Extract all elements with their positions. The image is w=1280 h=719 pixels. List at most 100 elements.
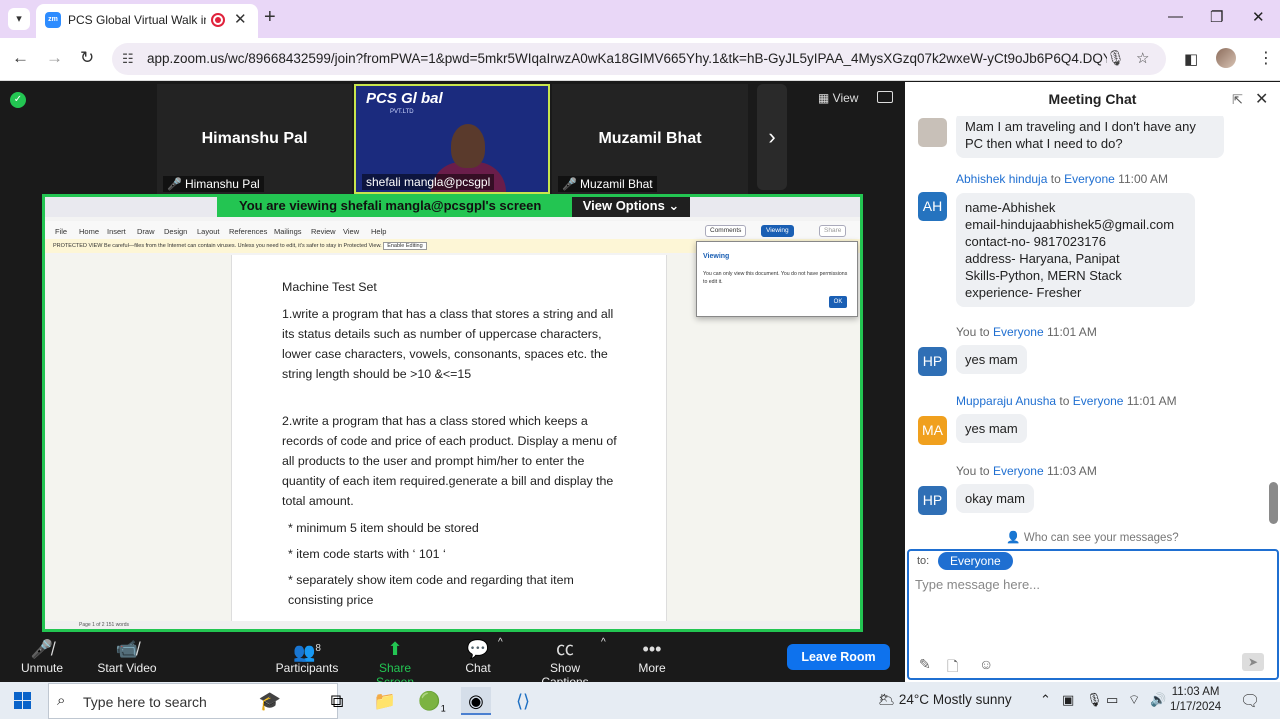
- site-info-icon[interactable]: ☷: [122, 51, 134, 67]
- meeting-toolbar: 🎤̸ Unmute 📹̸ Start Video 👥8 Participants…: [0, 632, 905, 689]
- to-label: to:: [917, 555, 930, 567]
- captions-options-chevron-icon[interactable]: ^: [601, 637, 606, 648]
- chat-icon: 💬: [466, 639, 490, 659]
- show-hidden-icons-icon[interactable]: ⌃: [1040, 692, 1051, 708]
- menu-design: Design: [164, 227, 188, 236]
- more-dots-icon: •••: [642, 639, 662, 659]
- notifications-icon[interactable]: 🗨: [1240, 691, 1260, 711]
- send-icon[interactable]: ➤: [1242, 653, 1264, 671]
- side-panel-icon[interactable]: ◧: [1184, 50, 1198, 68]
- chat-scrollbar[interactable]: [1269, 482, 1278, 524]
- address-bar-row: ← → ↻ ☷ app.zoom.us/wc/89668432599/join?…: [0, 38, 1280, 81]
- forward-icon[interactable]: →: [46, 48, 63, 68]
- omnibox[interactable]: ☷ app.zoom.us/wc/89668432599/join?fromPW…: [112, 43, 1166, 75]
- pcs-logo: PCS Gl bal: [366, 90, 443, 107]
- tab-search-icon[interactable]: ▾: [8, 8, 30, 30]
- vscode-icon[interactable]: ⟨⟩: [508, 687, 538, 715]
- recipient-dropdown[interactable]: Everyone: [938, 552, 1013, 570]
- muted-mic-icon: 🎤: [167, 177, 182, 191]
- recording-icon: [211, 13, 225, 27]
- enable-editing-button: Enable Editing: [383, 242, 427, 250]
- participant-label: 🎤 Himanshu Pal: [163, 176, 264, 192]
- menu-draw: Draw: [137, 227, 155, 236]
- viewing-popup: Viewing You can only view this document.…: [696, 241, 858, 317]
- url-text[interactable]: app.zoom.us/wc/89668432599/join?fromPWA=…: [147, 51, 1107, 66]
- pop-out-icon[interactable]: ⇱: [1232, 92, 1243, 108]
- document-page: Machine Test Set 1.write a program that …: [231, 255, 667, 629]
- share-button: Share: [819, 225, 847, 237]
- window-close-icon[interactable]: ✕: [1252, 8, 1265, 26]
- avatar: HP: [918, 486, 947, 515]
- chat-message: yes mam: [956, 414, 1027, 443]
- more-button[interactable]: ••• More: [636, 637, 668, 675]
- doc-bullet: * minimum 5 item should be stored: [288, 521, 479, 535]
- menu-layout: Layout: [197, 227, 220, 236]
- browser-tab[interactable]: zm PCS Global Virtual Walk in- ✕: [36, 4, 258, 38]
- maximize-icon[interactable]: ❐: [1210, 8, 1223, 26]
- chat-close-icon[interactable]: ✕: [1255, 89, 1268, 109]
- doc-title: Machine Test Set: [282, 280, 377, 294]
- taskbar-clock[interactable]: 11:03 AM 1/17/2024: [1170, 685, 1221, 715]
- security-shield-icon[interactable]: ✓: [10, 92, 26, 108]
- file-attach-icon[interactable]: 🗋: [947, 656, 958, 680]
- muted-mic-icon: 🎤: [562, 177, 577, 191]
- profile-avatar[interactable]: [1216, 48, 1236, 68]
- chat-button[interactable]: 💬 Chat: [463, 637, 493, 675]
- participant-tile[interactable]: Himanshu Pal 🎤 Himanshu Pal: [157, 84, 352, 194]
- tab-close-icon[interactable]: ✕: [234, 10, 247, 28]
- chat-message-input[interactable]: [915, 573, 1270, 595]
- search-highlight-icon[interactable]: 🎓: [255, 687, 285, 715]
- participants-button[interactable]: 👥8 Participants: [275, 637, 339, 675]
- microphone-icon[interactable]: 🎙: [1106, 49, 1125, 67]
- chat-options-chevron-icon[interactable]: ^: [498, 637, 503, 648]
- whatsapp-icon[interactable]: 🟢1: [417, 687, 447, 715]
- windows-start-icon[interactable]: [14, 692, 31, 709]
- window-mode-icon[interactable]: [877, 91, 893, 103]
- unmute-button[interactable]: 🎤̸ Unmute: [20, 637, 64, 675]
- battery-icon[interactable]: ▭: [1106, 692, 1118, 708]
- participant-label: 🎤 Muzamil Bhat: [558, 176, 657, 192]
- volume-icon[interactable]: 🔊: [1150, 692, 1166, 708]
- menu-insert: Insert: [107, 227, 126, 236]
- view-options-button[interactable]: View Options ⌄: [572, 197, 690, 217]
- task-view-icon[interactable]: ⧉: [322, 687, 352, 715]
- doc-question-2: 2.write a program that has a class store…: [282, 414, 617, 508]
- comments-button: Comments: [705, 225, 747, 237]
- wifi-icon[interactable]: ⌔: [1128, 692, 1140, 708]
- format-text-icon[interactable]: ✎: [919, 656, 931, 673]
- page-margin-left: [45, 255, 231, 629]
- menu-home: Home: [79, 227, 100, 236]
- participant-name: Himanshu Pal: [201, 130, 308, 147]
- active-speaker-tile[interactable]: PCS Gl bal PVT.LTD shefali mangla@pcsgpl: [354, 84, 550, 194]
- menu-file: File: [55, 227, 68, 236]
- menu-references: References: [229, 227, 268, 236]
- chrome-icon[interactable]: ◉: [461, 687, 491, 715]
- browser-menu-icon[interactable]: ⋮: [1258, 48, 1274, 68]
- captions-icon: ㏄: [556, 639, 574, 659]
- menu-help: Help: [371, 227, 387, 236]
- file-explorer-icon[interactable]: 📁: [370, 687, 400, 715]
- microphone-tray-icon[interactable]: 🎙: [1086, 692, 1103, 708]
- popup-title: Viewing: [703, 253, 730, 260]
- who-can-see-link[interactable]: 👤 Who can see your messages?: [905, 530, 1280, 544]
- weather-widget[interactable]: 🌥 24°C Mostly sunny: [878, 692, 1012, 708]
- avatar: HP: [918, 347, 947, 376]
- search-placeholder: Type here to search: [83, 694, 207, 710]
- windows-taskbar: ⌕ Type here to search 🎓 ⧉ 📁 🟢1 ◉ ⟨⟩ 🌥 24…: [0, 682, 1280, 719]
- start-video-button[interactable]: 📹̸ Start Video: [96, 637, 158, 675]
- emoji-icon[interactable]: ☺: [979, 656, 993, 672]
- reload-icon[interactable]: ↻: [80, 48, 94, 68]
- meet-now-icon[interactable]: ▣: [1062, 692, 1074, 708]
- back-icon[interactable]: ←: [12, 48, 29, 68]
- muted-microphone-icon: 🎤̸: [30, 639, 54, 659]
- participant-tile[interactable]: Muzamil Bhat 🎤 Muzamil Bhat: [552, 84, 748, 194]
- next-page-arrow-icon[interactable]: ›: [757, 84, 787, 190]
- minimize-icon[interactable]: —: [1168, 8, 1183, 25]
- message-sender: Abhishek hinduja to Everyone 11:00 AM: [956, 172, 1168, 186]
- taskbar-search[interactable]: ⌕ Type here to search: [48, 683, 338, 719]
- leave-room-button[interactable]: Leave Room: [787, 644, 890, 670]
- doc-bullet: * separately show item code and regardin…: [288, 573, 574, 607]
- bookmark-star-icon[interactable]: ☆: [1136, 49, 1149, 67]
- view-button[interactable]: ▦ View: [818, 91, 858, 105]
- new-tab-icon[interactable]: +: [264, 6, 276, 29]
